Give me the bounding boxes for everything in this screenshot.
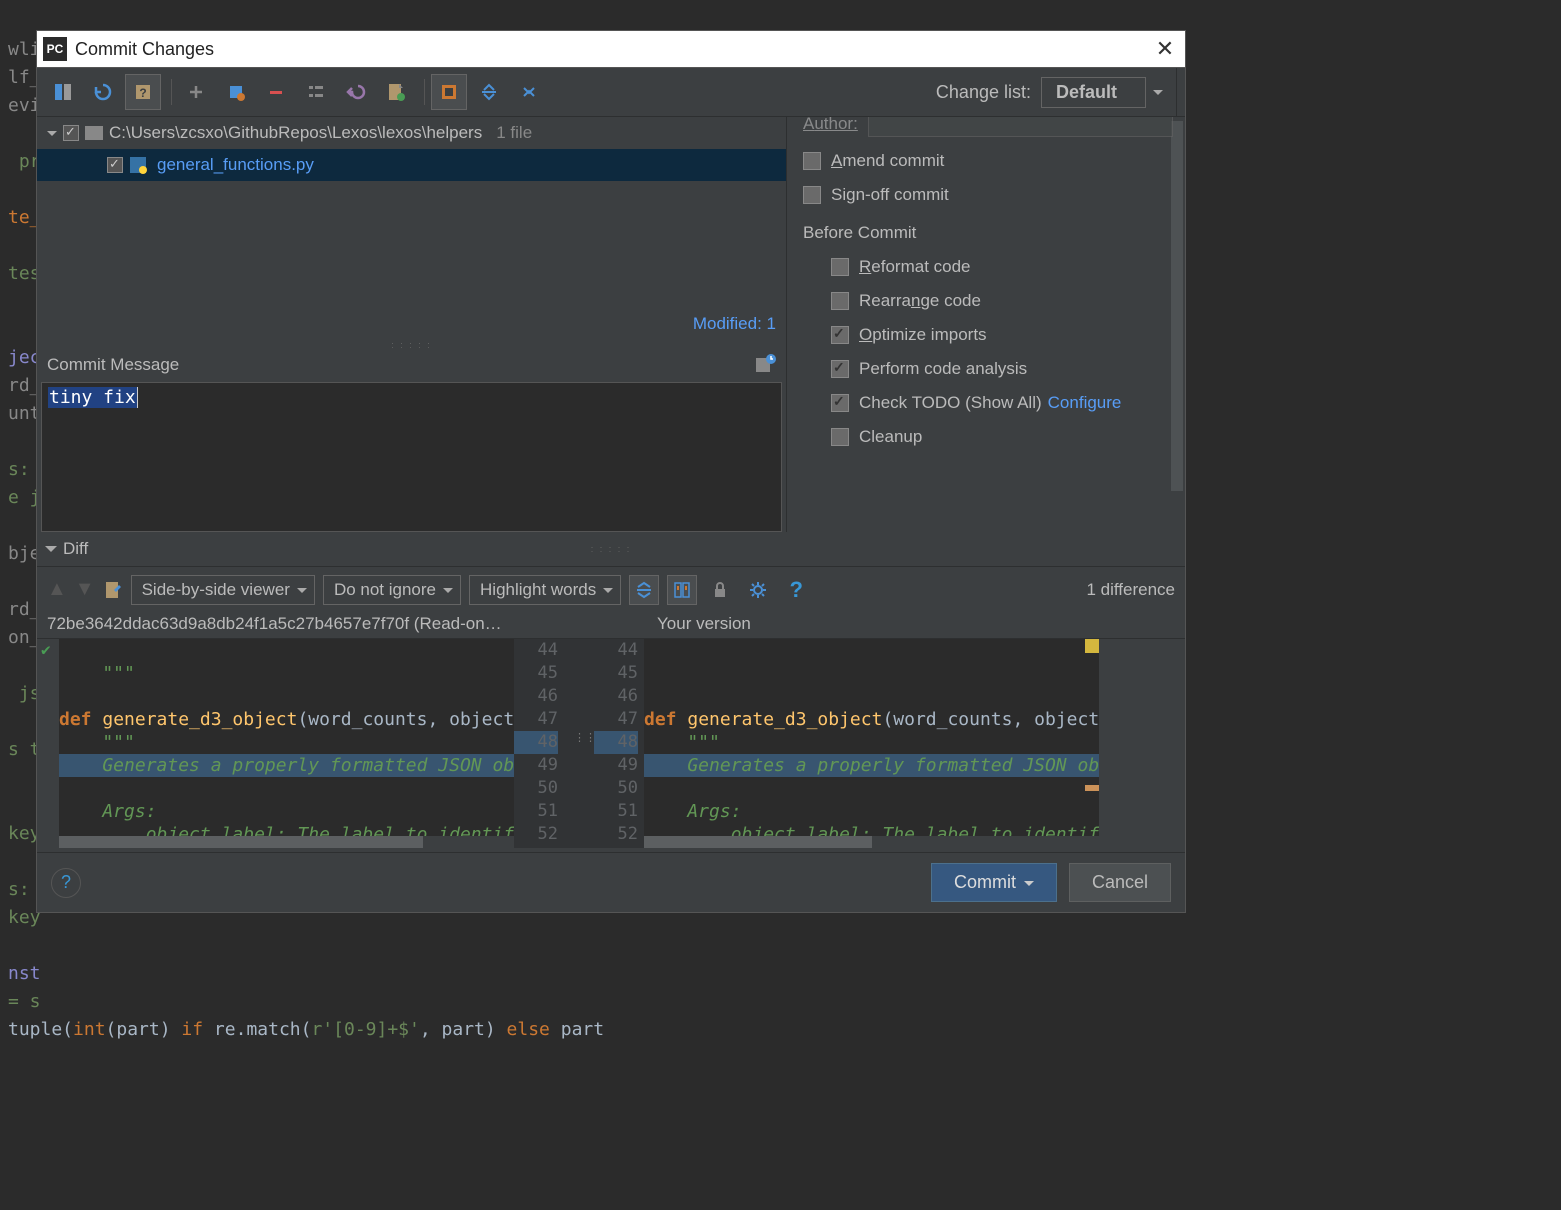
amend-checkbox[interactable]	[803, 152, 821, 170]
modified-count: Modified: 1	[37, 308, 786, 340]
changelist-dropdown[interactable]: Default	[1041, 77, 1146, 108]
left-version-title: 72be3642ddac63d9a8db24f1a5c27b4657e7f70f…	[47, 614, 617, 634]
highlight-dropdown[interactable]: Highlight words	[469, 575, 621, 605]
signoff-checkbox[interactable]	[803, 186, 821, 204]
commit-changes-dialog: PC Commit Changes ✕ ? Change list: Defau…	[36, 30, 1186, 913]
rollback-icon[interactable]	[338, 74, 374, 110]
file-count: 1 file	[496, 123, 532, 143]
resize-handle[interactable]: : : : : :	[37, 340, 786, 348]
right-scrollbar[interactable]	[1171, 121, 1183, 491]
diff-collapse-icon[interactable]	[45, 546, 57, 558]
cancel-button[interactable]: Cancel	[1069, 863, 1171, 902]
before-commit-heading: Before Commit	[803, 223, 1173, 243]
perform-label: Perform code analysis	[859, 359, 1027, 379]
changelist-label: Change list:	[936, 82, 1031, 103]
author-label: Author:	[803, 117, 858, 134]
collapse-icon[interactable]	[471, 74, 507, 110]
change-marker	[1085, 785, 1099, 791]
chevron-down-icon[interactable]	[47, 131, 57, 141]
reformat-label: Reformat code	[859, 257, 971, 277]
warning-marker	[1085, 639, 1099, 653]
tree-file-row[interactable]: general_functions.py	[37, 149, 786, 181]
amend-label: Amend commit	[831, 151, 944, 171]
diff-gutter-center[interactable]: ⋮⋮	[564, 639, 594, 848]
add-icon[interactable]	[178, 74, 214, 110]
svg-text:?: ?	[139, 86, 146, 100]
titlebar: PC Commit Changes ✕	[37, 31, 1185, 67]
diff-viewer: ✔ """ def generate_d3_object(word_counts…	[37, 638, 1185, 848]
expand-icon[interactable]	[511, 74, 547, 110]
settings-gear-icon[interactable]	[743, 575, 773, 605]
root-path: C:\Users\zcsxo\GithubRepos\Lexos\lexos\h…	[109, 123, 482, 143]
perform-checkbox[interactable]	[831, 360, 849, 378]
show-diff-icon[interactable]	[45, 74, 81, 110]
expand-all-icon[interactable]	[431, 74, 467, 110]
signoff-label: Sign-off commit	[831, 185, 949, 205]
delete-icon[interactable]	[258, 74, 294, 110]
folder-icon	[85, 126, 103, 140]
changes-toolbar: ? Change list: Default	[37, 67, 1185, 117]
close-icon[interactable]: ✕	[1145, 36, 1185, 62]
sync-scroll-icon[interactable]	[667, 575, 697, 605]
commit-history-icon[interactable]	[754, 354, 776, 376]
cleanup-label: Cleanup	[859, 427, 922, 447]
dialog-footer: ? Commit Cancel	[37, 852, 1185, 912]
file-name: general_functions.py	[153, 155, 314, 175]
view-mode-dropdown[interactable]: Side-by-side viewer	[131, 575, 315, 605]
root-checkbox[interactable]	[63, 125, 79, 141]
pycharm-icon: PC	[43, 37, 67, 61]
prev-diff-icon[interactable]: ▲	[47, 578, 67, 601]
file-checkbox[interactable]	[107, 157, 123, 173]
commit-message-label: Commit Message	[47, 355, 179, 375]
author-input[interactable]	[868, 117, 1173, 137]
commit-message-input[interactable]: tiny fix	[41, 382, 782, 532]
lock-icon[interactable]	[705, 575, 735, 605]
diff-toolbar: ▲ ▼ Side-by-side viewer Do not ignore Hi…	[37, 566, 1185, 612]
collapse-unchanged-icon[interactable]	[629, 575, 659, 605]
changes-tree: C:\Users\zcsxo\GithubRepos\Lexos\lexos\h…	[37, 117, 786, 181]
ignore-dropdown[interactable]: Do not ignore	[323, 575, 461, 605]
configure-link[interactable]: Configure	[1048, 393, 1122, 412]
diff-count: 1 difference	[1086, 580, 1175, 600]
optimize-checkbox[interactable]	[831, 326, 849, 344]
new-changelist-icon[interactable]	[378, 74, 414, 110]
right-code-pane[interactable]: def generate_d3_object(word_counts, obje…	[644, 639, 1099, 848]
ok-check-icon: ✔	[37, 640, 51, 659]
group-by-icon[interactable]	[298, 74, 334, 110]
right-version-title: Your version	[657, 614, 751, 634]
cleanup-checkbox[interactable]	[831, 428, 849, 446]
revert-icon[interactable]	[218, 74, 254, 110]
edit-source-icon[interactable]	[103, 580, 123, 600]
diff-vscrollbar[interactable]	[1099, 639, 1109, 848]
optimize-label: Optimize imports	[859, 325, 987, 345]
rearrange-checkbox[interactable]	[831, 292, 849, 310]
commit-button[interactable]: Commit	[931, 863, 1057, 902]
dialog-title: Commit Changes	[75, 39, 214, 60]
reformat-checkbox[interactable]	[831, 258, 849, 276]
left-line-numbers: 444546474849505152	[514, 639, 564, 848]
refresh-icon[interactable]	[85, 74, 121, 110]
diff-resize-handle[interactable]: : : : : :	[591, 544, 632, 554]
move-to-changelist-icon[interactable]: ?	[125, 74, 161, 110]
rearrange-label: Rearrange code	[859, 291, 981, 311]
help-icon[interactable]: ?	[781, 575, 811, 605]
next-diff-icon[interactable]: ▼	[75, 578, 95, 601]
checktodo-label: Check TODO (Show All)Configure	[859, 393, 1121, 413]
diff-label: Diff	[63, 539, 88, 559]
checktodo-checkbox[interactable]	[831, 394, 849, 412]
tree-root-row[interactable]: C:\Users\zcsxo\GithubRepos\Lexos\lexos\h…	[37, 117, 786, 149]
left-code-pane[interactable]: """ def generate_d3_object(word_counts, …	[59, 639, 514, 848]
help-button[interactable]: ?	[51, 868, 81, 898]
python-file-icon	[129, 156, 147, 174]
right-line-numbers: 444546474849505152	[594, 639, 644, 848]
